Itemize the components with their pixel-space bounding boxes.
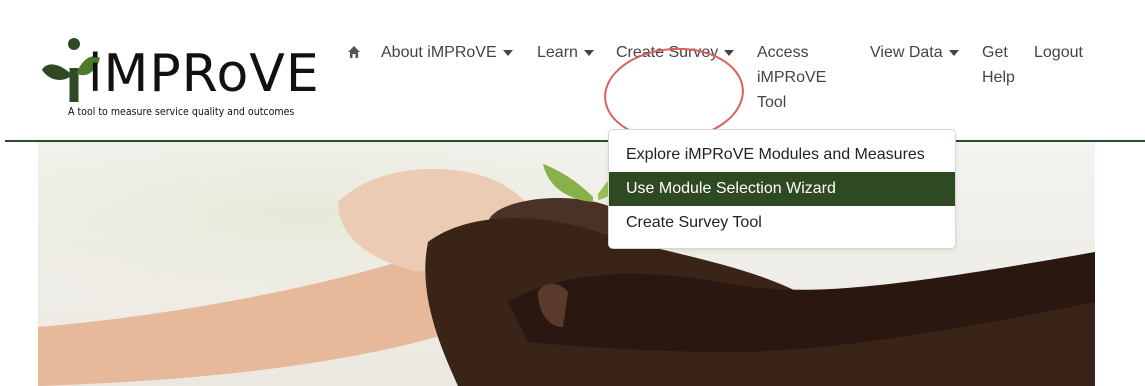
create-survey-dropdown-menu: Explore iMPRoVE Modules and Measures Use… bbox=[608, 129, 956, 249]
nav-view-data-label: View Data bbox=[870, 44, 943, 61]
site-header: iMPRoVE A tool to measure service qualit… bbox=[0, 0, 1145, 145]
dropdown-item-explore-modules[interactable]: Explore iMPRoVE Modules and Measures bbox=[609, 138, 955, 172]
dropdown-item-module-selection-wizard[interactable]: Use Module Selection Wizard bbox=[609, 172, 955, 206]
nav-about-label: About iMPRoVE bbox=[381, 44, 497, 61]
dropdown-item-create-survey-tool[interactable]: Create Survey Tool bbox=[609, 206, 955, 240]
nav-access-tool-line1: Access bbox=[757, 44, 809, 61]
caret-down-icon bbox=[948, 50, 959, 56]
main-navigation: About iMPRoVE Learn Create Survey Access… bbox=[0, 40, 1145, 145]
caret-down-icon bbox=[583, 50, 594, 56]
caret-down-icon bbox=[724, 50, 735, 56]
nav-get-help-line2: Help bbox=[982, 69, 1015, 86]
nav-learn[interactable]: Learn bbox=[537, 40, 594, 65]
nav-view-data[interactable]: View Data bbox=[870, 40, 959, 65]
nav-create-survey[interactable]: Create Survey bbox=[616, 40, 735, 65]
nav-get-help-line1: Get bbox=[982, 44, 1008, 61]
nav-learn-label: Learn bbox=[537, 44, 578, 61]
home-icon[interactable] bbox=[347, 45, 361, 59]
nav-logout[interactable]: Logout bbox=[1034, 40, 1083, 65]
nav-logout-label: Logout bbox=[1034, 44, 1083, 61]
nav-access-tool-line2: iMPRoVE bbox=[757, 69, 827, 86]
nav-access-tool-line3: Tool bbox=[757, 94, 787, 111]
nav-about[interactable]: About iMPRoVE bbox=[381, 40, 513, 65]
caret-down-icon bbox=[502, 50, 513, 56]
nav-get-help[interactable]: Get Help bbox=[982, 40, 1015, 90]
nav-create-survey-label: Create Survey bbox=[616, 44, 719, 61]
nav-access-tool[interactable]: Access iMPRoVE Tool bbox=[757, 40, 826, 115]
